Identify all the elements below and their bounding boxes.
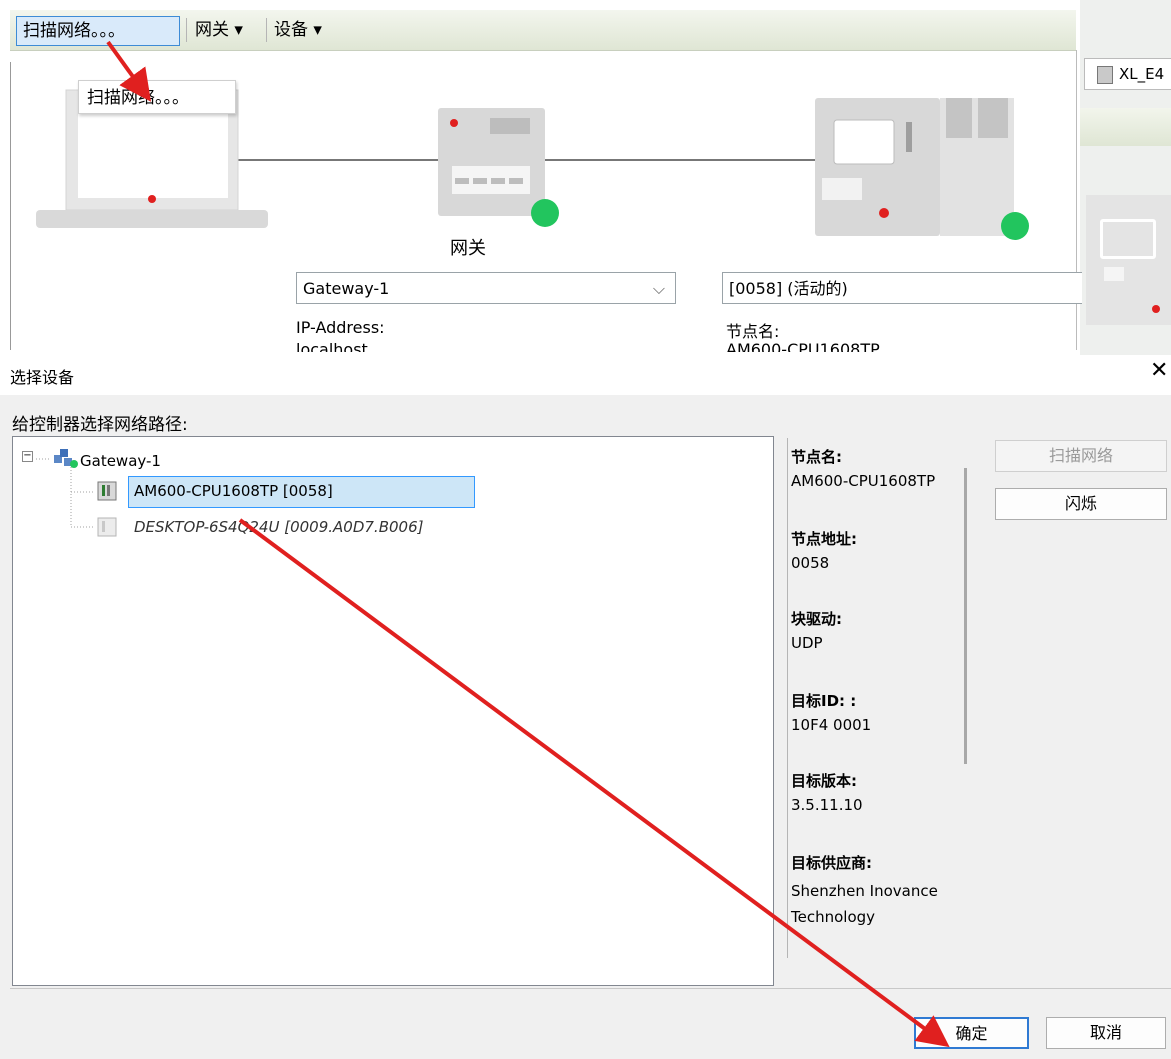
node-name-label: 节点名: bbox=[726, 322, 780, 341]
close-icon[interactable]: ✕ bbox=[1150, 358, 1168, 383]
gateway-select[interactable]: Gateway-1 ⌵ bbox=[296, 272, 676, 304]
device-select-value: [0058] (活动的) bbox=[729, 279, 848, 298]
info-key: 节点地址: bbox=[791, 530, 857, 548]
info-value: AM600-CPU1608TP bbox=[791, 472, 936, 490]
chevron-down-icon[interactable]: ⌵ bbox=[653, 273, 665, 305]
info-value: 0058 bbox=[791, 554, 830, 572]
ip-address-label: IP-Address: bbox=[296, 318, 385, 337]
partial-device-icon bbox=[1086, 195, 1171, 325]
info-value: 10F4 0001 bbox=[791, 716, 872, 734]
scan-network-dialog-button[interactable]: 扫描网络 bbox=[995, 440, 1167, 472]
gateway-icon bbox=[438, 108, 559, 227]
dialog-titlebar bbox=[0, 355, 1171, 395]
toolbar: 扫描网络。。。 网关 ▾ 设备 ▾ bbox=[10, 10, 1076, 51]
info-value: 3.5.11.10 bbox=[791, 796, 863, 814]
scan-network-label: 扫描网络。。。 bbox=[23, 21, 125, 41]
info-key: 目标供应商: bbox=[791, 854, 872, 872]
plc-device-icon bbox=[96, 480, 118, 506]
gateway-menu-button[interactable]: 网关 ▾ bbox=[195, 16, 243, 44]
collapse-icon[interactable]: − bbox=[22, 451, 33, 462]
side-toolbar-band bbox=[1080, 108, 1171, 146]
scan-network-tooltip: 扫描网络。。。 bbox=[78, 80, 236, 114]
dialog-divider bbox=[10, 988, 1171, 989]
gateway-caption: 网关 bbox=[450, 238, 486, 259]
editor-tab[interactable]: XL_E4 bbox=[1084, 58, 1171, 90]
tree-root-gateway[interactable]: Gateway-1 bbox=[80, 452, 161, 470]
gateway-network-icon bbox=[52, 448, 78, 474]
info-key: 目标ID: : bbox=[791, 692, 857, 710]
toolbar-separator bbox=[186, 18, 187, 42]
info-key: 目标版本: bbox=[791, 772, 857, 790]
device-menu-button[interactable]: 设备 ▾ bbox=[274, 16, 322, 44]
tree-item-plc[interactable]: AM600-CPU1608TP [0058] bbox=[134, 482, 333, 500]
tree-item-desktop[interactable]: DESKTOP-6S4Q24U [0009.A0D7.B006] bbox=[134, 518, 423, 536]
info-key: 块驱动: bbox=[791, 610, 842, 628]
cancel-button[interactable]: 取消 bbox=[1046, 1017, 1166, 1049]
info-key: 节点名: bbox=[791, 448, 842, 466]
network-path-label: 给控制器选择网络路径: bbox=[12, 415, 188, 435]
flash-button[interactable]: 闪烁 bbox=[995, 488, 1167, 520]
toolbar-separator bbox=[266, 18, 267, 42]
device-select[interactable]: [0058] (活动的) bbox=[722, 272, 1082, 304]
node-name-value: AM600-CPU1608TP bbox=[726, 340, 880, 352]
scan-network-button[interactable]: 扫描网络。。。 bbox=[16, 16, 180, 46]
gateway-select-value: Gateway-1 bbox=[303, 279, 390, 298]
plc-icon bbox=[815, 98, 1029, 240]
desktop-device-icon bbox=[96, 516, 118, 542]
info-value: UDP bbox=[791, 634, 823, 652]
info-scrollbar[interactable] bbox=[964, 468, 967, 764]
ip-address-value: localhost bbox=[296, 340, 368, 352]
dialog-title: 选择设备 bbox=[10, 368, 75, 387]
info-value: Shenzhen Inovance Technology bbox=[791, 882, 938, 926]
ok-button[interactable]: 确定 bbox=[914, 1017, 1029, 1049]
device-tab-icon bbox=[1097, 65, 1113, 84]
editor-tab-label: XL_E4 bbox=[1119, 65, 1165, 83]
